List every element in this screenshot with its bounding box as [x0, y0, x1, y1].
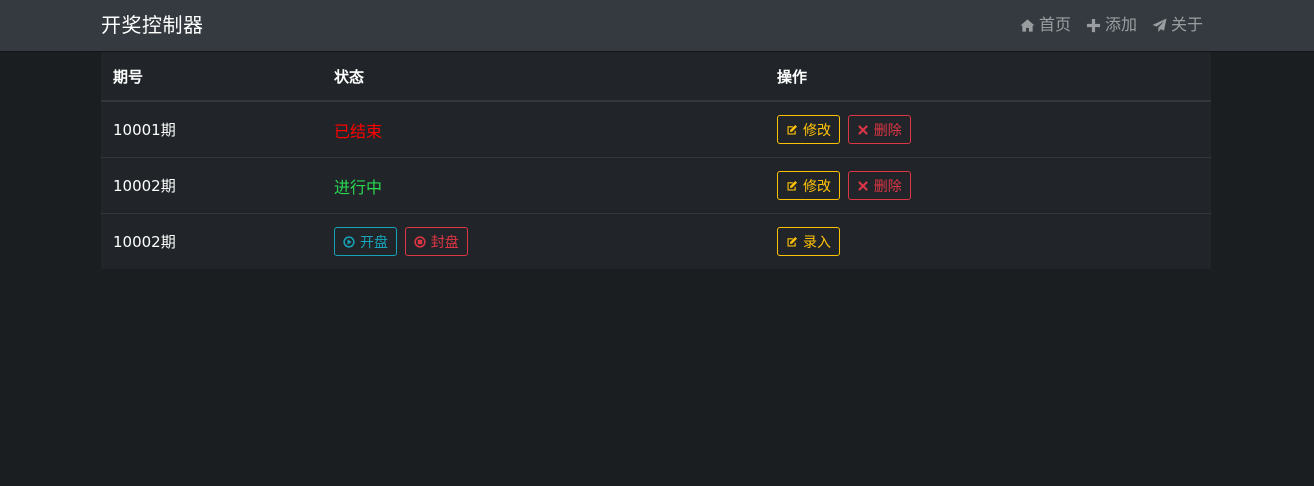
edit-icon	[787, 124, 798, 134]
cell-period: 10002期	[101, 157, 322, 214]
nav-item-about[interactable]: 关于	[1152, 14, 1203, 36]
header-period: 期号	[101, 52, 322, 102]
button-label: 删除	[873, 178, 902, 195]
edit-icon	[787, 180, 798, 190]
delete-button[interactable]: 删除	[847, 171, 911, 200]
nav-item-label: 添加	[1104, 15, 1137, 34]
table-row: 10001期 已结束 修改 删除	[101, 101, 1211, 158]
button-label: 封盘	[430, 234, 459, 251]
button-label: 录入	[803, 234, 831, 251]
enter-button[interactable]: 录入	[777, 227, 840, 256]
status-text: 进行中	[334, 177, 383, 197]
edit-button[interactable]: 修改	[777, 115, 840, 144]
play-circle-icon	[343, 235, 355, 248]
status-text: 已结束	[334, 121, 383, 141]
open-button[interactable]: 开盘	[334, 227, 397, 256]
button-label: 修改	[803, 178, 831, 195]
cell-actions: 修改 删除	[765, 101, 1211, 158]
close-icon	[857, 124, 868, 135]
button-label: 开盘	[360, 234, 388, 251]
header-status: 状态	[322, 52, 765, 102]
draw-table: 期号 状态 操作 10001期 已结束 修改 删除 10002期 进行中 修改 …	[101, 52, 1211, 269]
home-icon	[1020, 18, 1035, 32]
nav-item-home[interactable]: 首页	[1020, 14, 1071, 36]
cell-actions: 录入	[765, 213, 1211, 269]
navbar-nav: 首页 添加 关于	[1020, 14, 1203, 36]
stop-circle-icon	[414, 235, 426, 248]
edit-icon	[787, 236, 798, 246]
table-row: 10002期 进行中 修改 删除	[101, 157, 1211, 214]
cell-period: 10001期	[113, 121, 176, 139]
close-market-button[interactable]: 封盘	[404, 227, 468, 256]
cell-status: 已结束	[322, 101, 765, 158]
nav-item-label: 首页	[1038, 15, 1071, 34]
delete-button[interactable]: 删除	[847, 115, 911, 144]
cell-period: 10002期	[101, 213, 322, 269]
edit-button[interactable]: 修改	[777, 171, 840, 200]
navbar: 开奖控制器 首页 添加 关于	[0, 0, 1314, 51]
table: 期号 状态 操作 10001期 已结束 修改 删除 10002期 进行中 修改 …	[101, 52, 1211, 269]
navbar-brand[interactable]: 开奖控制器	[101, 12, 204, 38]
button-label: 修改	[803, 122, 831, 139]
nav-item-label: 关于	[1170, 15, 1203, 34]
plus-icon	[1086, 18, 1101, 32]
header-actions: 操作	[765, 52, 1211, 102]
cell-actions: 修改 删除	[765, 157, 1211, 214]
button-label: 删除	[873, 122, 902, 139]
close-icon	[857, 180, 868, 191]
paper-plane-icon	[1152, 17, 1167, 32]
cell-status: 进行中	[322, 157, 765, 214]
table-row: 10002期 开盘 封盘 录入	[101, 213, 1211, 269]
table-header-row: 期号 状态 操作	[101, 52, 1211, 102]
cell-status: 开盘 封盘	[322, 213, 765, 269]
nav-item-add[interactable]: 添加	[1086, 14, 1137, 36]
